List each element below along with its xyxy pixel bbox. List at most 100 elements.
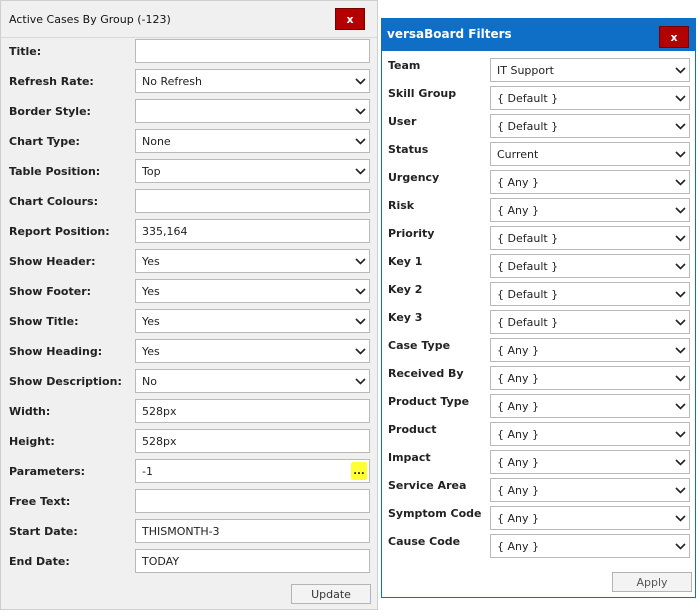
filter-label: Risk xyxy=(388,199,415,212)
ellipsis-icon[interactable]: ... xyxy=(351,462,367,480)
field-value: Top xyxy=(142,164,161,178)
setting-label: Show Heading: xyxy=(9,345,103,358)
filter-row-key-3: Key 3 { Default } xyxy=(382,308,695,336)
chevron-down-icon xyxy=(671,88,689,108)
table-position-select[interactable]: Top xyxy=(135,159,370,183)
impact-select[interactable]: { Any } xyxy=(490,450,690,474)
filter-label: Key 2 xyxy=(388,283,423,296)
urgency-select[interactable]: { Any } xyxy=(490,170,690,194)
show-header-select[interactable]: Yes xyxy=(135,249,370,273)
chevron-down-icon xyxy=(671,284,689,304)
symptom-code-select[interactable]: { Any } xyxy=(490,506,690,530)
filter-value: { Any } xyxy=(497,343,539,357)
filter-row-urgency: Urgency { Any } xyxy=(382,168,695,196)
service-area-select[interactable]: { Any } xyxy=(490,478,690,502)
report-settings-titlebar: Active Cases By Group (-123) x xyxy=(1,1,377,38)
setting-label: Height: xyxy=(9,435,55,448)
update-button[interactable]: Update xyxy=(291,584,371,604)
refresh-rate-select[interactable]: No Refresh xyxy=(135,69,370,93)
setting-label: Report Position: xyxy=(9,225,110,238)
setting-row-free-text: Free Text: xyxy=(1,488,377,518)
product-select[interactable]: { Any } xyxy=(490,422,690,446)
chevron-down-icon xyxy=(351,71,369,91)
setting-row-refresh-rate: Refresh Rate: No Refresh xyxy=(1,68,377,98)
field-value: 528px xyxy=(142,434,177,448)
field-value: Yes xyxy=(142,284,160,298)
setting-row-border-style: Border Style: xyxy=(1,98,377,128)
field-value: Yes xyxy=(142,344,160,358)
start-date-input[interactable]: THISMONTH-3 xyxy=(135,519,370,543)
chevron-down-icon xyxy=(671,312,689,332)
status-select[interactable]: Current xyxy=(490,142,690,166)
filter-row-service-area: Service Area { Any } xyxy=(382,476,695,504)
chevron-down-icon xyxy=(671,172,689,192)
height-input[interactable]: 528px xyxy=(135,429,370,453)
filters-close-button[interactable]: x xyxy=(659,26,689,48)
filter-label: Case Type xyxy=(388,339,451,352)
end-date-input[interactable]: TODAY xyxy=(135,549,370,573)
risk-select[interactable]: { Any } xyxy=(490,198,690,222)
setting-label: Chart Type: xyxy=(9,135,80,148)
cause-code-select[interactable]: { Any } xyxy=(490,534,690,558)
user-select[interactable]: { Default } xyxy=(490,114,690,138)
show-heading-select[interactable]: Yes xyxy=(135,339,370,363)
report-position-input[interactable]: 335,164 xyxy=(135,219,370,243)
report-settings-panel: Active Cases By Group (-123) x Title: Ref… xyxy=(0,0,378,610)
key-1-select[interactable]: { Default } xyxy=(490,254,690,278)
parameters-input[interactable]: -1... xyxy=(135,459,370,483)
filter-row-key-1: Key 1 { Default } xyxy=(382,252,695,280)
width-input[interactable]: 528px xyxy=(135,399,370,423)
chevron-down-icon xyxy=(351,161,369,181)
setting-label: Free Text: xyxy=(9,495,71,508)
product-type-select[interactable]: { Any } xyxy=(490,394,690,418)
apply-button[interactable]: Apply xyxy=(612,572,692,592)
filter-value: { Any } xyxy=(497,539,539,553)
filter-label: Product xyxy=(388,423,437,436)
received-by-select[interactable]: { Any } xyxy=(490,366,690,390)
filter-label: Key 1 xyxy=(388,255,423,268)
setting-label: Show Header: xyxy=(9,255,96,268)
key-3-select[interactable]: { Default } xyxy=(490,310,690,334)
case-type-select[interactable]: { Any } xyxy=(490,338,690,362)
show-footer-select[interactable]: Yes xyxy=(135,279,370,303)
title-input[interactable] xyxy=(135,39,370,63)
show-title-select[interactable]: Yes xyxy=(135,309,370,333)
chart-type-select[interactable]: None xyxy=(135,129,370,153)
filter-label: Urgency xyxy=(388,171,440,184)
chevron-down-icon xyxy=(351,281,369,301)
chevron-down-icon xyxy=(671,424,689,444)
setting-label: End Date: xyxy=(9,555,70,568)
setting-label: Show Description: xyxy=(9,375,122,388)
filter-row-status: Status Current xyxy=(382,140,695,168)
skill-group-select[interactable]: { Default } xyxy=(490,86,690,110)
filter-value: IT Support xyxy=(497,63,554,77)
team-select[interactable]: IT Support xyxy=(490,58,690,82)
filter-label: User xyxy=(388,115,417,128)
filter-row-key-2: Key 2 { Default } xyxy=(382,280,695,308)
filter-label: Priority xyxy=(388,227,435,240)
filter-value: { Any } xyxy=(497,483,539,497)
close-button[interactable]: x xyxy=(335,8,365,30)
filter-label: Received By xyxy=(388,367,464,380)
chart-colours-input[interactable] xyxy=(135,189,370,213)
filter-label: Cause Code xyxy=(388,535,461,548)
chevron-down-icon xyxy=(671,340,689,360)
filter-label: Symptom Code xyxy=(388,507,482,520)
field-value: THISMONTH-3 xyxy=(142,524,220,538)
filter-row-risk: Risk { Any } xyxy=(382,196,695,224)
filters-titlebar: versaBoard Filters x xyxy=(382,19,695,51)
setting-label: Border Style: xyxy=(9,105,91,118)
setting-label: Title: xyxy=(9,45,42,58)
show-description-select[interactable]: No xyxy=(135,369,370,393)
key-2-select[interactable]: { Default } xyxy=(490,282,690,306)
setting-row-height: Height: 528px xyxy=(1,428,377,458)
setting-row-report-position: Report Position: 335,164 xyxy=(1,218,377,248)
filter-row-symptom-code: Symptom Code { Any } xyxy=(382,504,695,532)
free-text-input[interactable] xyxy=(135,489,370,513)
setting-label: Table Position: xyxy=(9,165,101,178)
chevron-down-icon xyxy=(671,536,689,556)
priority-select[interactable]: { Default } xyxy=(490,226,690,250)
border-style-select[interactable] xyxy=(135,99,370,123)
field-value: TODAY xyxy=(142,554,180,568)
setting-row-title: Title: xyxy=(1,38,377,68)
